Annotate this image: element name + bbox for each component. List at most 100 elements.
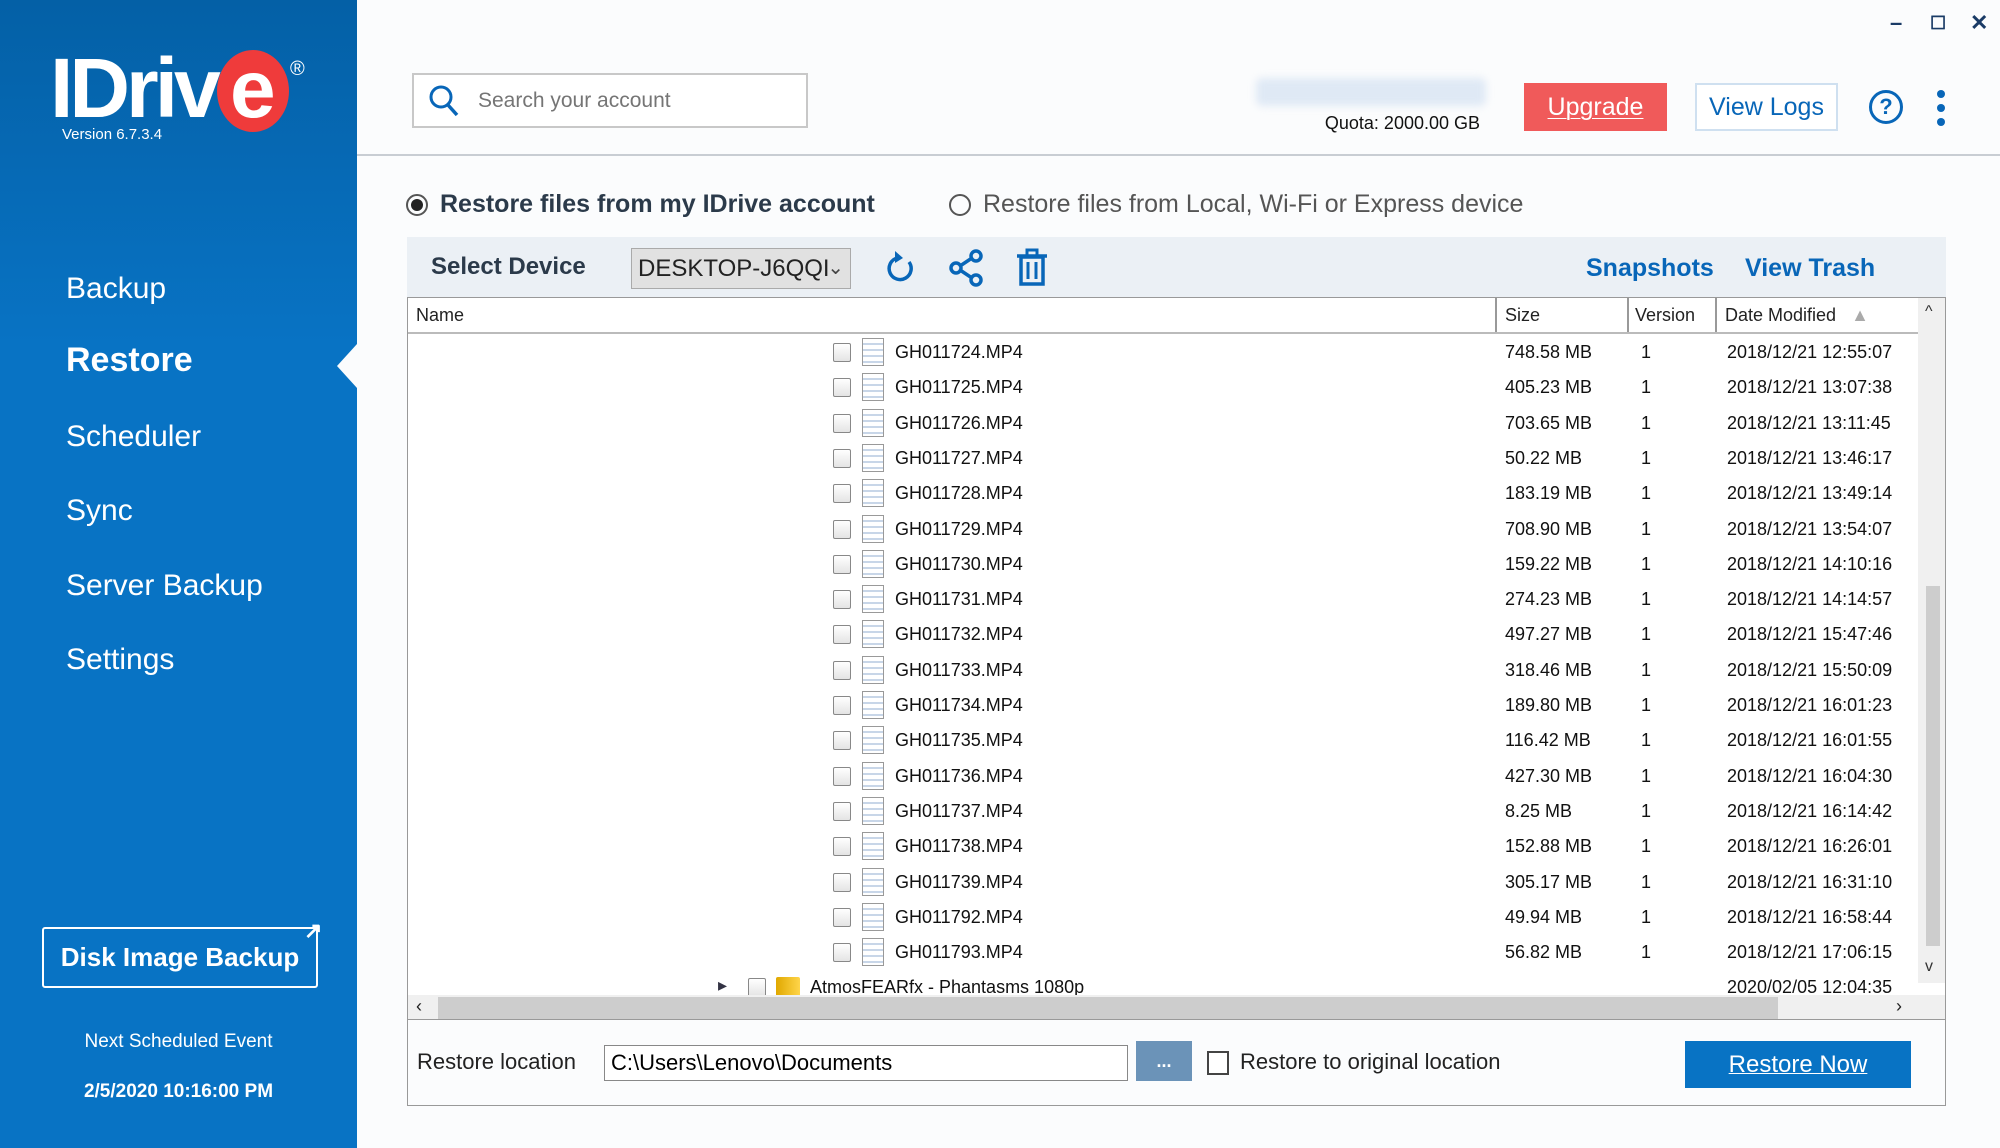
sort-ascending-icon: ▲ xyxy=(1851,305,1869,325)
table-row[interactable]: GH011736.MP4 427.30 MB 1 2018/12/21 16:0… xyxy=(408,759,1918,794)
file-name: GH011730.MP4 xyxy=(895,553,1023,574)
table-row[interactable]: GH011739.MP4 305.17 MB 1 2018/12/21 16:3… xyxy=(408,865,1918,900)
restore-now-button[interactable]: Restore Now xyxy=(1685,1041,1911,1088)
row-checkbox[interactable] xyxy=(833,907,851,927)
sidebar-item-scheduler[interactable]: Scheduler xyxy=(66,420,201,454)
maximize-button[interactable]: ☐ xyxy=(1930,13,1946,34)
table-row[interactable]: GH011734.MP4 189.80 MB 1 2018/12/21 16:0… xyxy=(408,688,1918,723)
table-row[interactable]: GH011792.MP4 49.94 MB 1 2018/12/21 16:58… xyxy=(408,900,1918,935)
radio-restore-local[interactable]: Restore files from Local, Wi-Fi or Expre… xyxy=(949,190,1523,219)
sidebar-item-restore[interactable]: Restore xyxy=(66,341,193,380)
device-dropdown[interactable]: DESKTOP-J6QQI ⌄ xyxy=(631,248,851,289)
row-checkbox[interactable] xyxy=(833,378,851,398)
column-name[interactable]: Name xyxy=(408,298,464,332)
file-date: 2018/12/21 14:10:16 xyxy=(1727,553,1893,574)
row-checkbox[interactable] xyxy=(833,413,851,433)
sidebar-item-settings[interactable]: Settings xyxy=(66,643,174,677)
row-checkbox[interactable] xyxy=(833,766,851,786)
close-button[interactable]: ✕ xyxy=(1970,10,1988,36)
row-checkbox[interactable] xyxy=(833,801,851,821)
file-icon xyxy=(862,938,884,967)
table-row[interactable]: GH011729.MP4 708.90 MB 1 2018/12/21 13:5… xyxy=(408,512,1918,547)
file-size: 405.23 MB xyxy=(1505,377,1593,398)
search-icon xyxy=(429,85,459,116)
scroll-right-icon[interactable]: › xyxy=(1896,996,1902,1017)
table-row[interactable]: GH011727.MP4 50.22 MB 1 2018/12/21 13:46… xyxy=(408,441,1918,476)
restore-location-label: Restore location xyxy=(417,1049,576,1074)
row-checkbox[interactable] xyxy=(833,731,851,751)
table-row[interactable]: GH011793.MP4 56.82 MB 1 2018/12/21 17:06… xyxy=(408,935,1918,970)
table-row[interactable]: GH011735.MP4 116.42 MB 1 2018/12/21 16:0… xyxy=(408,723,1918,758)
restore-original-label: Restore to original location xyxy=(1240,1049,1501,1074)
row-checkbox[interactable] xyxy=(833,590,851,610)
row-checkbox[interactable] xyxy=(833,660,851,680)
column-date-label: Date Modified xyxy=(1725,305,1837,325)
file-size: 708.90 MB xyxy=(1505,518,1593,539)
horizontal-scroll-thumb[interactable] xyxy=(438,997,1778,1019)
table-row[interactable]: GH011737.MP4 8.25 MB 1 2018/12/21 16:14:… xyxy=(408,794,1918,829)
radio-restore-account[interactable]: Restore files from my IDrive account xyxy=(406,190,875,219)
column-size[interactable]: Size xyxy=(1495,298,1540,332)
row-checkbox[interactable] xyxy=(833,343,851,362)
minimize-button[interactable]: – xyxy=(1890,10,1902,36)
browse-button[interactable]: ... xyxy=(1136,1041,1192,1081)
horizontal-scrollbar[interactable]: ‹ › xyxy=(408,995,1945,1019)
table-row[interactable]: GH011724.MP4 748.58 MB 1 2018/12/21 12:5… xyxy=(408,335,1918,370)
row-checkbox[interactable] xyxy=(833,837,851,857)
file-date: 2018/12/21 16:14:42 xyxy=(1727,800,1893,821)
table-row[interactable]: GH011728.MP4 183.19 MB 1 2018/12/21 13:4… xyxy=(408,476,1918,511)
table-row[interactable]: GH011732.MP4 497.27 MB 1 2018/12/21 15:4… xyxy=(408,617,1918,652)
app-version: Version 6.7.3.4 xyxy=(62,126,163,143)
trash-icon[interactable] xyxy=(1012,248,1052,288)
row-checkbox[interactable] xyxy=(833,448,851,468)
file-size: 116.42 MB xyxy=(1505,730,1591,751)
upgrade-button[interactable]: Upgrade xyxy=(1524,83,1667,131)
table-row[interactable]: GH011725.MP4 405.23 MB 1 2018/12/21 13:0… xyxy=(408,370,1918,405)
restore-location-input[interactable] xyxy=(604,1045,1128,1081)
table-row[interactable]: GH011731.MP4 274.23 MB 1 2018/12/21 14:1… xyxy=(408,582,1918,617)
help-icon[interactable]: ? xyxy=(1869,90,1903,124)
file-date: 2018/12/21 17:06:15 xyxy=(1727,942,1893,963)
scroll-up-icon[interactable]: ^ xyxy=(1925,303,1933,321)
column-date-modified[interactable]: Date Modified ▲ xyxy=(1715,298,1918,332)
row-checkbox[interactable] xyxy=(833,519,851,539)
row-checkbox[interactable] xyxy=(833,625,851,645)
file-version: 1 xyxy=(1641,765,1652,786)
file-version: 1 xyxy=(1641,377,1652,398)
scroll-left-icon[interactable]: ‹ xyxy=(416,996,422,1017)
table-row[interactable]: GH011730.MP4 159.22 MB 1 2018/12/21 14:1… xyxy=(408,547,1918,582)
search-input[interactable] xyxy=(478,88,798,113)
radio-label: Restore files from Local, Wi-Fi or Expre… xyxy=(983,190,1524,218)
file-version: 1 xyxy=(1641,412,1652,433)
row-checkbox[interactable] xyxy=(833,872,851,892)
table-row[interactable]: GH011733.MP4 318.46 MB 1 2018/12/21 15:5… xyxy=(408,653,1918,688)
file-icon xyxy=(862,373,884,402)
table-row[interactable]: GH011726.MP4 703.65 MB 1 2018/12/21 13:1… xyxy=(408,406,1918,441)
file-size: 50.22 MB xyxy=(1505,447,1583,468)
scroll-down-icon[interactable]: v xyxy=(1925,958,1933,976)
refresh-icon[interactable] xyxy=(881,248,921,288)
expand-arrow-icon[interactable]: ▸ xyxy=(718,975,727,996)
row-checkbox[interactable] xyxy=(833,696,851,715)
sidebar-item-sync[interactable]: Sync xyxy=(66,494,133,528)
row-checkbox[interactable] xyxy=(833,943,851,963)
file-date: 2018/12/21 14:14:57 xyxy=(1727,589,1893,610)
file-name: GH011725.MP4 xyxy=(895,377,1023,398)
sidebar-item-server-backup[interactable]: Server Backup xyxy=(66,569,263,603)
disk-image-backup-button[interactable]: Disk Image Backup xyxy=(42,927,318,988)
more-menu-icon[interactable] xyxy=(1934,90,1948,126)
sidebar-item-backup[interactable]: Backup xyxy=(66,272,166,306)
share-icon[interactable] xyxy=(946,248,986,288)
column-version[interactable]: Version xyxy=(1627,298,1695,332)
snapshots-link[interactable]: Snapshots xyxy=(1586,254,1714,283)
file-name: GH011724.MP4 xyxy=(895,342,1023,362)
view-logs-button[interactable]: View Logs xyxy=(1695,83,1838,131)
row-checkbox[interactable] xyxy=(833,554,851,574)
row-checkbox[interactable] xyxy=(833,484,851,504)
view-trash-link[interactable]: View Trash xyxy=(1745,254,1875,283)
vertical-scroll-thumb[interactable] xyxy=(1926,586,1940,946)
table-row[interactable]: GH011738.MP4 152.88 MB 1 2018/12/21 16:2… xyxy=(408,829,1918,864)
restore-original-checkbox[interactable] xyxy=(1207,1051,1229,1075)
vertical-scrollbar[interactable]: ^ v xyxy=(1918,298,1945,983)
search-box[interactable] xyxy=(412,73,808,128)
